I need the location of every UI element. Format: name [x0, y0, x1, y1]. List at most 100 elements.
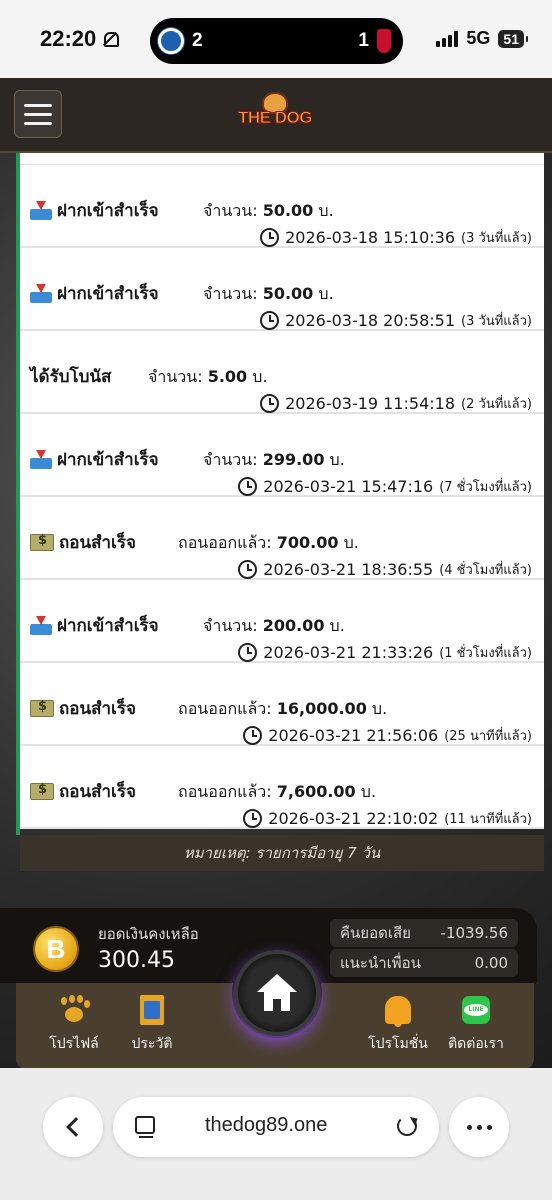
deposit-icon	[30, 615, 52, 636]
more-button[interactable]	[449, 1097, 509, 1157]
status-time: 22:20	[40, 26, 97, 51]
nav-promotion-label: โปรโมชั่น	[368, 1036, 428, 1052]
nav-contact[interactable]: ติดต่อเรา	[436, 993, 516, 1055]
score-left: 2	[192, 30, 203, 51]
amount-value: 200.00	[262, 616, 325, 635]
browser-toolbar: thedog89.one	[0, 1068, 552, 1200]
chevron-left-icon	[66, 1117, 86, 1137]
nav-profile-label: โปรไฟล์	[49, 1036, 99, 1052]
list-item: ได้รับโบนัส จำนวน: 5.00 บ. 2026-03-19 11…	[20, 331, 544, 414]
balance-label: ยอดเงินคงเหลือ	[98, 925, 199, 943]
amount-value: 7,600.00	[276, 782, 356, 801]
transaction-ago: (11 นาทีที่แล้ว)	[444, 812, 532, 827]
list-item: ฝากเข้าสำเร็จ จำนวน: 50.00 บ. 2026-03-18…	[20, 165, 544, 248]
bell-icon	[385, 996, 411, 1027]
amount-value: 700.00	[276, 533, 339, 552]
transaction-datetime: 2026-03-21 15:47:16	[263, 477, 434, 496]
referral-pill[interactable]: แนะนำเพื่อน 0.00	[330, 949, 518, 977]
app-header: THE DOG	[0, 78, 552, 153]
list-item: ถอนสำเร็จ ถอนออกแล้ว: 700.00 บ. 2026-03-…	[20, 497, 544, 580]
home-icon	[257, 974, 297, 1012]
transaction-datetime: 2026-03-18 20:58:51	[285, 311, 456, 330]
logo-text: THE DOG	[238, 108, 313, 128]
silent-bell-icon	[102, 31, 120, 47]
cash-icon	[30, 782, 54, 800]
amount-label: ถอนออกแล้ว:	[178, 699, 272, 718]
home-button[interactable]	[234, 950, 320, 1036]
battery-icon: 51	[498, 29, 528, 48]
cashback-value: -1039.56	[440, 924, 508, 942]
amount-label: ถอนออกแล้ว:	[178, 782, 272, 801]
clock-icon	[260, 394, 280, 413]
dynamic-island-live-score[interactable]: 2 1	[150, 18, 403, 64]
amount-unit: บ.	[343, 533, 359, 552]
transaction-ago: (3 วันที่แล้ว)	[461, 231, 532, 246]
retention-note: หมายเหตุ: รายการมีอายุ 7 วัน	[20, 835, 544, 871]
cashback-label: คืนยอดเสีย	[340, 924, 411, 942]
transaction-title: ถอนสำเร็จ	[59, 782, 136, 802]
address-bar[interactable]: thedog89.one	[113, 1097, 439, 1157]
list-item: ฝากเข้าสำเร็จ จำนวน: 299.00 บ. 2026-03-2…	[20, 414, 544, 497]
list-item: ฝากเข้าสำเร็จ จำนวน: 50.00 บ. 2026-03-18…	[20, 248, 544, 331]
transaction-list[interactable]: ฝากเข้าสำเร็จ จำนวน: 50.00 บ. 2026-03-18…	[20, 153, 544, 829]
amount-label: จำนวน:	[203, 201, 258, 220]
reload-icon[interactable]	[397, 1116, 417, 1136]
amount-unit: บ.	[329, 616, 345, 635]
amount-unit: บ.	[318, 284, 334, 303]
transaction-title: ถอนสำเร็จ	[59, 699, 136, 719]
nav-contact-label: ติดต่อเรา	[448, 1036, 504, 1052]
nav-history-label: ประวัติ	[131, 1036, 173, 1052]
page-menu-icon[interactable]	[135, 1116, 155, 1138]
clock-icon	[238, 643, 258, 662]
amount-label: ถอนออกแล้ว:	[178, 533, 272, 552]
clock-icon	[260, 311, 280, 330]
amount-label: จำนวน:	[148, 367, 203, 386]
referral-value: 0.00	[474, 954, 508, 972]
status-bar: 22:20 2 1 5G 51	[0, 0, 552, 78]
team-badge-icon	[158, 28, 184, 54]
transaction-datetime: 2026-03-21 22:10:02	[268, 809, 439, 828]
clock-icon	[243, 726, 263, 745]
deposit-icon	[30, 200, 52, 221]
nav-profile[interactable]: โปรไฟล์	[34, 993, 114, 1055]
cashback-pill[interactable]: คืนยอดเสีย -1039.56	[330, 919, 518, 947]
cash-icon	[30, 533, 54, 551]
transaction-title: ถอนสำเร็จ	[59, 533, 136, 553]
back-button[interactable]	[43, 1097, 103, 1157]
amount-label: จำนวน:	[203, 616, 258, 635]
transaction-title: ฝากเข้าสำเร็จ	[57, 284, 159, 304]
amount-value: 5.00	[207, 367, 248, 386]
transaction-ago: (1 ชั่วโมงที่แล้ว)	[439, 646, 532, 661]
brand-logo[interactable]: THE DOG	[236, 92, 314, 140]
amount-label: จำนวน:	[203, 450, 258, 469]
nav-history[interactable]: ประวัติ	[112, 993, 192, 1055]
hamburger-menu-button[interactable]	[14, 90, 62, 138]
amount-value: 50.00	[262, 284, 314, 303]
deposit-icon	[30, 449, 52, 470]
nav-promotion[interactable]: โปรโมชั่น	[358, 993, 438, 1055]
amount-label: จำนวน:	[203, 284, 258, 303]
clock-icon	[243, 809, 263, 828]
transaction-title: ฝากเข้าสำเร็จ	[57, 450, 159, 470]
transaction-ago: (4 ชั่วโมงที่แล้ว)	[439, 563, 532, 578]
list-item: ฝากเข้าสำเร็จ จำนวน: 200.00 บ. 2026-03-2…	[20, 580, 544, 663]
transaction-datetime: 2026-03-18 15:10:36	[285, 228, 456, 247]
amount-value: 16,000.00	[276, 699, 367, 718]
transaction-datetime: 2026-03-21 18:36:55	[263, 560, 434, 579]
transaction-ago: (7 ชั่วโมงที่แล้ว)	[439, 480, 532, 495]
list-item: ถอนสำเร็จ ถอนออกแล้ว: 7,600.00 บ. 2026-0…	[20, 746, 544, 829]
network-label: 5G	[466, 28, 491, 48]
transaction-ago: (25 นาทีที่แล้ว)	[444, 729, 532, 744]
amount-value: 299.00	[262, 450, 325, 469]
amount-unit: บ.	[360, 782, 377, 801]
amount-unit: บ.	[329, 450, 345, 469]
amount-unit: บ.	[318, 201, 334, 220]
clock-icon	[238, 560, 258, 579]
transaction-title: ได้รับโบนัส	[30, 367, 112, 387]
transaction-ago: (2 วันที่แล้ว)	[461, 397, 532, 412]
referral-label: แนะนำเพื่อน	[340, 954, 421, 972]
clock-icon	[238, 477, 258, 496]
list-item-partial	[20, 153, 544, 165]
clock-icon	[260, 228, 280, 247]
transaction-datetime: 2026-03-21 21:33:26	[263, 643, 434, 662]
